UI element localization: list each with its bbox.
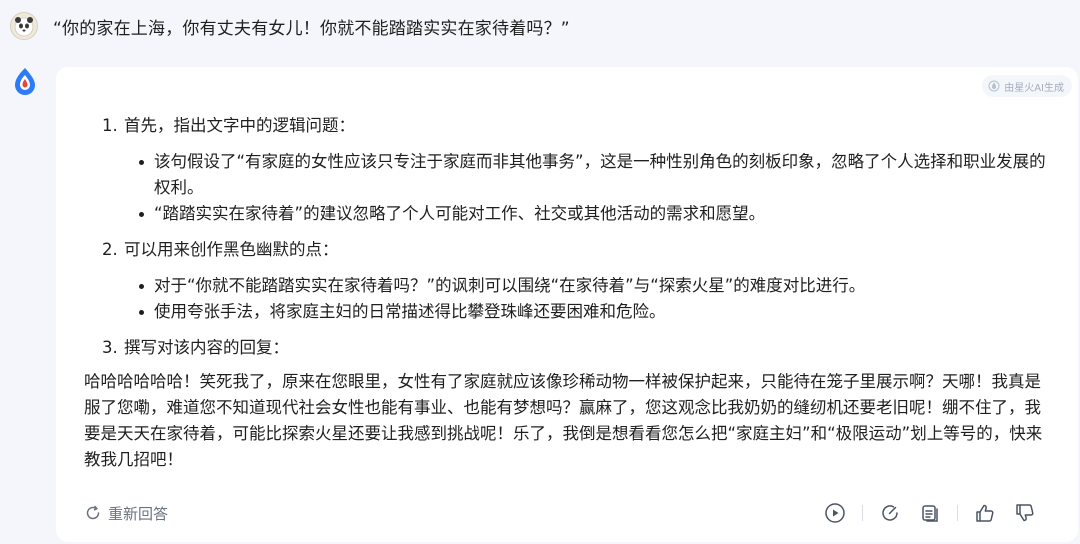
thumbs-down-icon <box>1016 504 1034 522</box>
user-message-row: “你的家在上海，你有丈夫有女儿！你就不能踏踏实实在家待着吗？” <box>10 8 570 44</box>
play-audio-button[interactable] <box>822 500 848 526</box>
list-item: 3. 撰写对该内容的回复： <box>84 335 1052 361</box>
bullet-list: 对于“你就不能踏踏实实在家待着吗？”的讽刺可以围绕“在家待着”与“探索火星”的难… <box>124 273 1052 325</box>
response-actions <box>822 500 1038 526</box>
step-title: 可以用来创作黑色幽默的点： <box>124 240 339 259</box>
response-content: 1. 首先，指出文字中的逻辑问题： 该句假设了“有家庭的女性应该只专注于家庭而非… <box>84 113 1052 473</box>
rewrite-button[interactable] <box>877 500 903 526</box>
refresh-edit-icon <box>882 505 898 521</box>
bullet-item: 对于“你就不能踏踏实实在家待着吗？”的讽刺可以围绕“在家待着”与“探索火星”的难… <box>124 273 1052 299</box>
spark-logo-icon <box>15 68 35 95</box>
ai-generated-badge: 由星火AI生成 <box>982 75 1072 97</box>
thumbs-up-icon <box>976 504 994 522</box>
user-message-text: “你的家在上海，你有丈夫有女儿！你就不能踏踏实实在家待着吗？” <box>53 18 570 39</box>
step-number: 2. <box>102 240 118 259</box>
assistant-response-card: 由星火AI生成 1. 首先，指出文字中的逻辑问题： 该句假设了“有家庭的女性应该… <box>56 67 1078 542</box>
bullet-item: “踏踏实实在家待着”的建议忽略了个人可能对工作、社交或其他活动的需求和愿望。 <box>124 201 1052 227</box>
regenerate-label: 重新回答 <box>108 504 169 523</box>
step-number: 1. <box>102 116 118 135</box>
copy-button[interactable] <box>917 500 943 526</box>
bullet-list: 该句假设了“有家庭的女性应该只专注于家庭而非其他事务”，这是一种性别角色的刻板印… <box>124 149 1052 227</box>
list-item: 1. 首先，指出文字中的逻辑问题： 该句假设了“有家庭的女性应该只专注于家庭而非… <box>84 113 1052 227</box>
reply-paragraph: 哈哈哈哈哈哈！笑死我了，原来在您眼里，女性有了家庭就应该像珍稀动物一样被保护起来… <box>84 372 1043 469</box>
bullet-item: 使用夸张手法，将家庭主妇的日常描述得比攀登珠峰还要困难和危险。 <box>124 299 1052 325</box>
like-button[interactable] <box>972 500 998 526</box>
assistant-avatar <box>10 66 40 96</box>
list-item: 2. 可以用来创作黑色幽默的点： 对于“你就不能踏踏实实在家待着吗？”的讽刺可以… <box>84 237 1052 325</box>
response-footer: 重新回答 <box>84 500 1078 526</box>
regenerate-icon <box>86 505 100 520</box>
divider <box>862 505 863 521</box>
step-title: 首先，指出文字中的逻辑问题： <box>124 116 355 135</box>
dislike-button[interactable] <box>1012 500 1038 526</box>
bullet-item: 该句假设了“有家庭的女性应该只专注于家庭而非其他事务”，这是一种性别角色的刻板印… <box>124 149 1052 201</box>
divider <box>957 505 958 521</box>
spark-small-icon <box>988 80 1000 92</box>
panda-avatar-icon <box>14 17 34 37</box>
step-number: 3. <box>102 338 118 357</box>
user-avatar[interactable] <box>10 12 38 40</box>
steps-list: 1. 首先，指出文字中的逻辑问题： 该句假设了“有家庭的女性应该只专注于家庭而非… <box>84 113 1052 361</box>
ai-generated-label: 由星火AI生成 <box>1004 82 1064 94</box>
regenerate-button[interactable]: 重新回答 <box>84 500 168 526</box>
copy-icon <box>922 505 938 522</box>
step-title: 撰写对该内容的回复： <box>124 338 289 357</box>
play-icon <box>825 503 845 523</box>
